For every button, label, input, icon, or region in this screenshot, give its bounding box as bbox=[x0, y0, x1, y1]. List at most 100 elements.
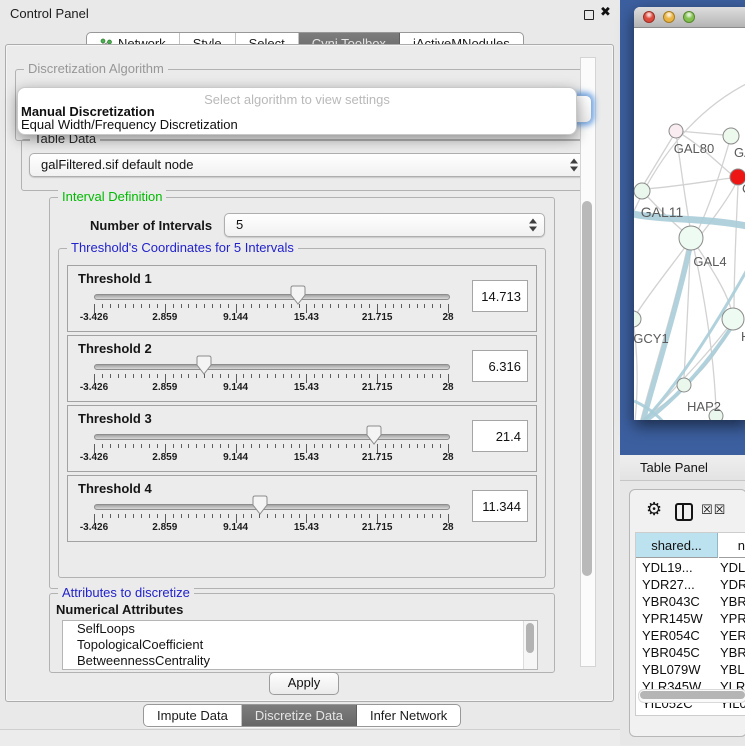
tick-mark bbox=[157, 444, 158, 448]
threshold-value-field[interactable]: 11.344 bbox=[472, 490, 528, 522]
gear-icon[interactable]: ⚙ bbox=[646, 501, 662, 519]
slider-thumb[interactable] bbox=[366, 425, 382, 445]
tick-mark bbox=[299, 444, 300, 448]
apply-button[interactable]: Apply bbox=[269, 672, 339, 695]
table-row[interactable]: YDR27...YDR2 bbox=[636, 576, 745, 593]
tick-label: 9.144 bbox=[223, 382, 248, 393]
cell-shared-name: YDR27... bbox=[642, 576, 695, 593]
numerical-attributes-list[interactable]: SelfLoopsTopologicalCoefficientBetweenne… bbox=[62, 620, 538, 670]
mac-titlebar[interactable] bbox=[634, 7, 745, 28]
checkbox-icons[interactable]: ☒☒ bbox=[701, 503, 726, 518]
float-window-icon[interactable] bbox=[584, 10, 594, 20]
number-of-intervals-combobox[interactable]: 5 bbox=[224, 213, 545, 237]
node-attribute-table[interactable]: shared... n YDL19...YDL1YDR27...YDR2YBR0… bbox=[635, 532, 745, 716]
tick-mark bbox=[243, 304, 244, 308]
tick-mark bbox=[181, 304, 182, 308]
tab-discretize-data[interactable]: Discretize Data bbox=[242, 705, 357, 726]
tick-mark bbox=[204, 304, 205, 308]
scrollbar-thumb[interactable] bbox=[582, 201, 592, 576]
group-title: Attributes to discretize bbox=[58, 586, 194, 600]
slider-thumb[interactable] bbox=[290, 285, 306, 305]
tick-mark bbox=[275, 374, 276, 378]
tick-mark bbox=[424, 514, 425, 518]
tick-mark bbox=[118, 304, 119, 308]
horizontal-scrollbar[interactable] bbox=[638, 689, 745, 703]
threshold-value-field[interactable]: 6.316 bbox=[472, 350, 528, 382]
network-node[interactable] bbox=[677, 378, 691, 392]
tab-infer-network[interactable]: Infer Network bbox=[357, 705, 460, 726]
column-header-shared-name[interactable]: shared... bbox=[636, 533, 718, 558]
minimize-traffic-light-icon[interactable] bbox=[663, 11, 675, 23]
tick-mark bbox=[259, 444, 260, 448]
tab-impute-data[interactable]: Impute Data bbox=[144, 705, 242, 726]
network-node[interactable] bbox=[634, 311, 641, 327]
tick-mark bbox=[401, 374, 402, 378]
dropdown-option-equal-width-frequency-discretization[interactable]: Equal Width/Frequency Discretization bbox=[20, 118, 574, 131]
network-node[interactable] bbox=[669, 124, 683, 138]
network-node[interactable] bbox=[722, 308, 744, 330]
table-panel-title: Table Panel bbox=[620, 455, 745, 481]
divider bbox=[0, 729, 620, 746]
table-row[interactable]: YPR145WYPR1 bbox=[636, 610, 745, 627]
slider-track[interactable] bbox=[94, 434, 450, 440]
tick-mark bbox=[243, 374, 244, 378]
panel-scrollbar[interactable] bbox=[580, 57, 596, 667]
slider-track[interactable] bbox=[94, 294, 450, 300]
tick-mark bbox=[417, 444, 418, 448]
tick-mark bbox=[251, 514, 252, 518]
tick-mark bbox=[157, 374, 158, 378]
table-row[interactable]: YER054CYER0 bbox=[636, 627, 745, 644]
split-view-icon[interactable] bbox=[675, 503, 693, 521]
tick-mark bbox=[196, 514, 197, 518]
table-row[interactable]: YBL079WYBL0 bbox=[636, 661, 745, 678]
tick-mark bbox=[291, 444, 292, 448]
tick-mark bbox=[330, 514, 331, 518]
list-scrollbar[interactable] bbox=[523, 621, 537, 669]
network-node[interactable] bbox=[679, 226, 703, 250]
tick-mark bbox=[259, 304, 260, 308]
tick-mark bbox=[212, 514, 213, 518]
desktop-background: GAL80GACGAL11GAL4GCY1HHAP2 bbox=[620, 0, 745, 455]
table-row[interactable]: YBR045CYBR0 bbox=[636, 644, 745, 661]
list-item-selfloops[interactable]: SelfLoops bbox=[63, 621, 537, 637]
tick-mark bbox=[393, 374, 394, 378]
list-item-betweennesscentrality[interactable]: BetweennessCentrality bbox=[63, 653, 537, 669]
threshold-value-field[interactable]: 14.713 bbox=[472, 280, 528, 312]
combobox-stepper-icon bbox=[529, 219, 537, 232]
list-item-topologicalcoefficient[interactable]: TopologicalCoefficient bbox=[63, 637, 537, 653]
threshold-value-field[interactable]: 21.4 bbox=[472, 420, 528, 452]
tick-mark bbox=[369, 374, 370, 378]
tick-mark bbox=[181, 374, 182, 378]
tick-mark bbox=[346, 304, 347, 308]
tick-mark bbox=[251, 374, 252, 378]
tick-mark bbox=[409, 304, 410, 308]
tick-mark bbox=[251, 304, 252, 308]
tick-mark bbox=[393, 514, 394, 518]
tick-mark bbox=[141, 444, 142, 448]
scrollbar-thumb[interactable] bbox=[640, 691, 745, 699]
scrollbar-thumb[interactable] bbox=[526, 623, 534, 653]
tick-mark bbox=[299, 304, 300, 308]
tick-mark bbox=[393, 304, 394, 308]
table-row[interactable]: YBR043CYBR0 bbox=[636, 593, 745, 610]
slider-track[interactable] bbox=[94, 504, 450, 510]
slider-track[interactable] bbox=[94, 364, 450, 370]
tick-label: 28 bbox=[442, 382, 453, 393]
zoom-traffic-light-icon[interactable] bbox=[683, 11, 695, 23]
slider-thumb[interactable] bbox=[252, 495, 268, 515]
column-header-name[interactable]: n bbox=[719, 533, 745, 558]
close-icon[interactable]: ✖ bbox=[600, 4, 611, 20]
table-row[interactable]: YDL19...YDL1 bbox=[636, 559, 745, 576]
tick-mark bbox=[346, 444, 347, 448]
tick-mark bbox=[188, 514, 189, 518]
tick-mark bbox=[228, 444, 229, 448]
network-node[interactable] bbox=[723, 128, 739, 144]
tick-mark bbox=[149, 374, 150, 378]
tick-label: 15.43 bbox=[294, 312, 319, 323]
close-traffic-light-icon[interactable] bbox=[643, 11, 655, 23]
tick-mark bbox=[149, 304, 150, 308]
table-data-combobox[interactable]: galFiltered.sif default node bbox=[29, 153, 586, 177]
slider-thumb[interactable] bbox=[196, 355, 212, 375]
network-node[interactable] bbox=[634, 183, 650, 199]
network-canvas[interactable]: GAL80GACGAL11GAL4GCY1HHAP2 bbox=[634, 29, 745, 420]
